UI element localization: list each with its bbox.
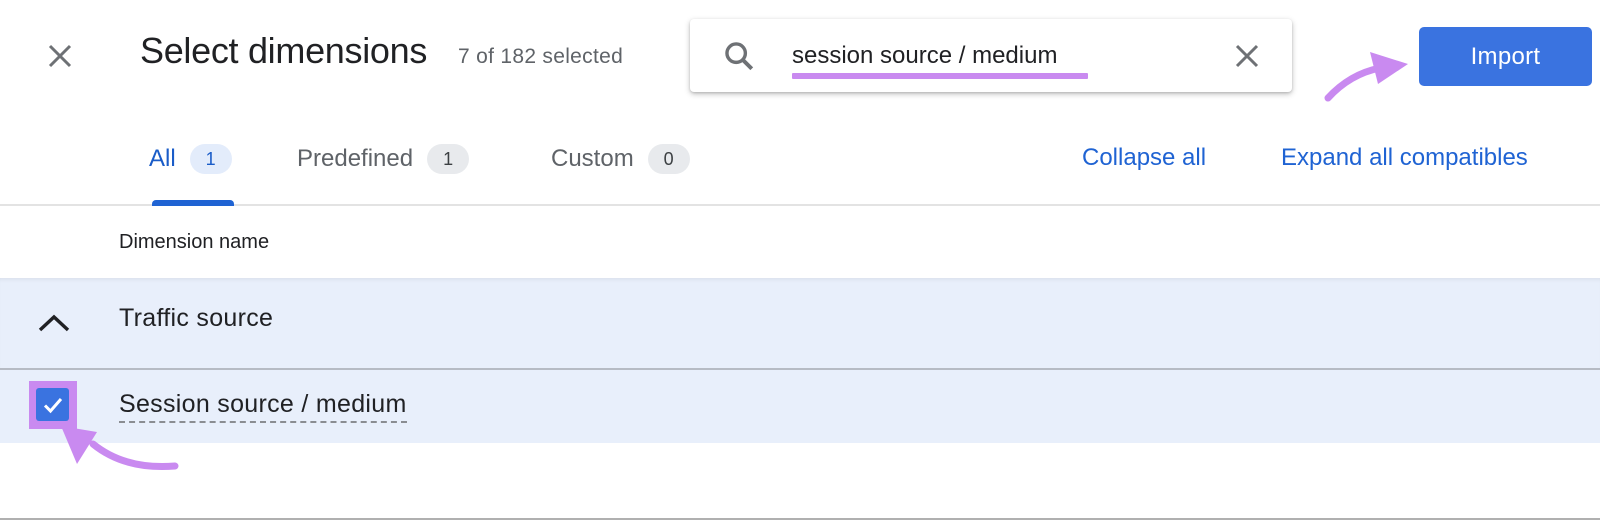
dimension-label: Session source / medium bbox=[119, 390, 407, 423]
annotation-underline bbox=[792, 73, 1088, 79]
active-tab-indicator bbox=[152, 200, 234, 206]
close-icon bbox=[48, 44, 72, 68]
group-label: Traffic source bbox=[119, 304, 274, 332]
annotation-arrow-icon bbox=[1324, 52, 1408, 102]
expand-all-compatibles-link[interactable]: Expand all compatibles bbox=[1281, 144, 1528, 172]
tab-predefined[interactable]: Predefined 1 bbox=[297, 144, 470, 174]
tab-label: Predefined bbox=[297, 145, 414, 172]
tab-count-badge: 0 bbox=[647, 144, 690, 174]
clear-icon bbox=[1235, 44, 1259, 68]
column-header-dimension-name: Dimension name bbox=[119, 231, 270, 253]
select-dimensions-dialog: Select dimensions 7 of 182 selected Impo… bbox=[0, 0, 1600, 520]
clear-search-button[interactable] bbox=[1228, 37, 1266, 75]
collapse-all-link[interactable]: Collapse all bbox=[1082, 144, 1206, 172]
import-button[interactable]: Import bbox=[1419, 27, 1592, 86]
selection-count: 7 of 182 selected bbox=[458, 45, 624, 68]
chevron-up-icon[interactable] bbox=[34, 306, 74, 338]
close-button[interactable] bbox=[40, 36, 80, 76]
dimension-row[interactable]: Session source / medium bbox=[0, 370, 1600, 443]
tab-custom[interactable]: Custom 0 bbox=[551, 144, 690, 174]
search-box bbox=[690, 19, 1292, 92]
tab-all[interactable]: All 1 bbox=[149, 144, 232, 174]
tab-label: Custom bbox=[551, 145, 634, 172]
search-input[interactable] bbox=[792, 37, 1212, 75]
tab-label: All bbox=[149, 145, 176, 172]
page-title: Select dimensions bbox=[140, 30, 428, 71]
tab-count-badge: 1 bbox=[189, 144, 232, 174]
group-row-traffic-source[interactable]: Traffic source bbox=[0, 278, 1600, 370]
tab-count-badge: 1 bbox=[427, 144, 470, 174]
dimension-checkbox[interactable] bbox=[36, 388, 69, 421]
tab-bar: All 1 Predefined 1 Custom 0 Collapse all… bbox=[0, 130, 1600, 206]
search-icon bbox=[725, 42, 754, 71]
check-icon bbox=[43, 397, 62, 413]
